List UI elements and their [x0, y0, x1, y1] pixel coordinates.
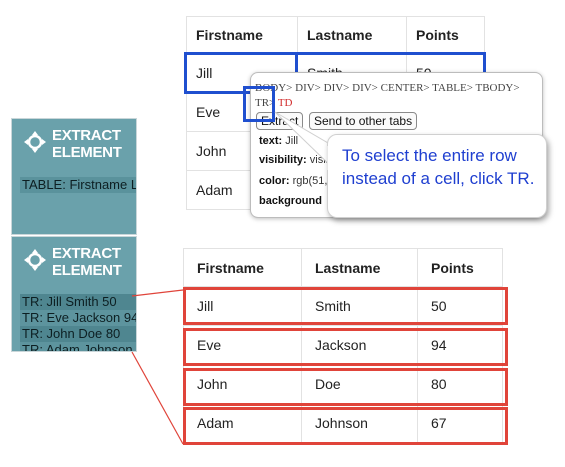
- column-header: Lastname: [297, 16, 407, 54]
- extracted-item[interactable]: TR: John Doe 80: [20, 326, 136, 342]
- extract-title-line2: ELEMENT: [52, 144, 122, 161]
- path-current-element[interactable]: TD: [278, 97, 293, 109]
- send-to-other-tabs-button[interactable]: Send to other tabs: [309, 112, 418, 130]
- prop-label: visibility:: [259, 154, 307, 166]
- column-header: Points: [406, 16, 485, 54]
- callout-text: To select the entire row instead of a ce…: [342, 146, 535, 188]
- row-highlight: [183, 328, 508, 366]
- row-highlight: [183, 368, 508, 406]
- prop-label: background: [259, 195, 322, 207]
- selected-cell-highlight: [483, 52, 486, 72]
- extracted-item[interactable]: TABLE: Firstname Lastname Points: [20, 177, 136, 193]
- prop-label: text:: [259, 135, 283, 147]
- column-header: Points: [417, 248, 503, 287]
- extract-title-line1: EXTRACT: [52, 127, 121, 144]
- move-crosshair-icon: [24, 131, 46, 153]
- extracted-item[interactable]: TR: Adam Johnson 67: [20, 342, 136, 351]
- column-header: Firstname: [183, 248, 302, 287]
- prop-text: text: Jill: [259, 135, 298, 147]
- extract-panel-header: EXTRACT ELEMENT: [12, 119, 136, 175]
- extract-panel-header: EXTRACT ELEMENT: [12, 237, 136, 293]
- selected-cell-highlight: [296, 52, 486, 55]
- path-ancestors[interactable]: BODY> DIV> DIV> DIV> CENTER> TABLE> TBOD…: [255, 82, 520, 109]
- extract-title-line1: EXTRACT: [52, 245, 121, 262]
- prop-label: color:: [259, 175, 290, 187]
- table-header-row: Firstname Lastname Points: [186, 16, 485, 54]
- extract-panel-rows[interactable]: EXTRACT ELEMENT TR: Jill Smith 50 TR: Ev…: [11, 236, 137, 352]
- extract-panel-table[interactable]: EXTRACT ELEMENT TABLE: Firstname Lastnam…: [11, 118, 137, 235]
- row-highlight: [183, 407, 508, 445]
- move-crosshair-icon: [24, 249, 46, 271]
- instruction-callout: To select the entire row instead of a ce…: [327, 134, 547, 218]
- column-header: Firstname: [186, 16, 298, 54]
- prop-background: background: [259, 195, 322, 207]
- table-header-row: Firstname Lastname Points: [183, 248, 503, 287]
- extracted-item[interactable]: TR: Eve Jackson 94: [20, 310, 136, 326]
- prop-value: Jill: [285, 135, 299, 147]
- element-path-breadcrumb[interactable]: BODY> DIV> DIV> DIV> CENTER> TABLE> TBOD…: [255, 81, 535, 111]
- column-header: Lastname: [301, 248, 418, 287]
- row-highlight: [183, 287, 508, 325]
- extracted-item[interactable]: TR: Jill Smith 50: [20, 294, 136, 310]
- tr-selector-highlight: [243, 86, 275, 122]
- extract-title-line2: ELEMENT: [52, 262, 122, 279]
